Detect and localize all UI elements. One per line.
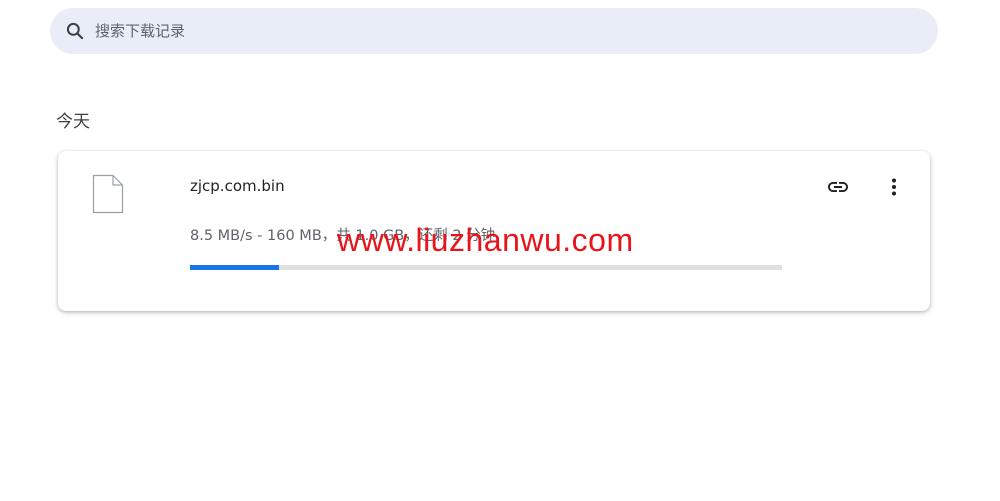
search-icon[interactable] [65, 21, 85, 41]
watermark-text: www.liuzhanwu.com [337, 222, 634, 258]
download-progress-fill [190, 265, 279, 270]
search-bar[interactable] [50, 8, 938, 54]
copy-download-link-button[interactable] [820, 171, 856, 207]
more-vert-icon [882, 175, 906, 203]
downloads-page: 今天 zjcp.com.bin 8.5 MB/s - 160 MB，共 1.0 … [0, 0, 1000, 501]
link-icon [826, 175, 850, 203]
file-icon [92, 174, 124, 214]
download-progress-bar [190, 265, 782, 270]
more-actions-button[interactable] [876, 171, 912, 207]
search-input[interactable] [93, 21, 897, 41]
download-file-name-link[interactable]: zjcp.com.bin [190, 177, 285, 195]
date-section-heading: 今天 [56, 112, 90, 132]
